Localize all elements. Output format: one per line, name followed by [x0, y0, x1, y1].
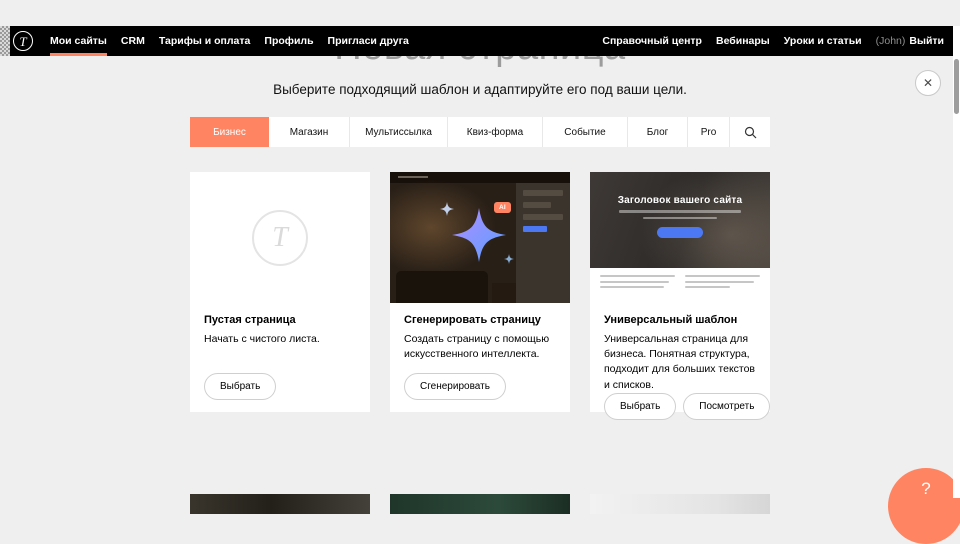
primary-nav: Мои сайты CRM Тарифы и оплата Профиль Пр…: [43, 26, 416, 56]
preview-side-panel: [516, 183, 570, 303]
logout-label: Выйти: [909, 35, 944, 47]
generate-button[interactable]: Сгенерировать: [404, 373, 506, 400]
template-card-blank: T Пустая страница Начать с чистого листа…: [190, 172, 370, 412]
logout-link[interactable]: (John) Выйти: [876, 35, 944, 47]
card-description: Начать с чистого листа.: [204, 332, 356, 347]
search-icon: [744, 126, 757, 139]
nav-item-invite-friend[interactable]: Пригласи друга: [321, 26, 416, 56]
preview-text-block: [590, 268, 770, 303]
preview-sofa-shape: [396, 271, 488, 303]
template-category-tabs: Бизнес Магазин Мультиссылка Квиз-форма С…: [190, 117, 770, 147]
nav-item-my-sites[interactable]: Мои сайты: [43, 26, 114, 56]
scrollbar-track: [953, 26, 960, 498]
tab-quiz-form[interactable]: Квиз-форма: [448, 117, 543, 147]
tab-multilink[interactable]: Мультиссылка: [350, 117, 448, 147]
tab-pro[interactable]: Pro: [688, 117, 730, 147]
preview-hero-title: Заголовок вашего сайта: [590, 172, 770, 206]
card-description: Универсальная страница для бизнеса. Поня…: [604, 332, 756, 393]
ai-generate-preview: AI: [390, 172, 570, 303]
page-subtitle: Выберите подходящий шаблон и адаптируйте…: [0, 82, 960, 97]
next-template-row: [190, 494, 770, 514]
nav-item-webinars[interactable]: Вебинары: [716, 35, 770, 47]
top-navbar: T Мои сайты CRM Тарифы и оплата Профиль …: [0, 26, 960, 56]
tilda-watermark-icon: T: [252, 210, 308, 266]
card-title: Универсальный шаблон: [604, 314, 756, 326]
secondary-nav: Справочный центр Вебинары Уроки и статьи…: [602, 35, 960, 47]
view-template-button[interactable]: Посмотреть: [683, 393, 770, 420]
card-title: Пустая страница: [204, 314, 356, 326]
nav-item-lessons[interactable]: Уроки и статьи: [784, 35, 862, 47]
card-title: Сгенерировать страницу: [404, 314, 556, 326]
small-sparkle-icon: [504, 254, 514, 264]
choose-blank-button[interactable]: Выбрать: [204, 373, 276, 400]
template-card-partial[interactable]: [390, 494, 570, 514]
tilda-logo-icon[interactable]: T: [13, 31, 33, 51]
preview-hero: Заголовок вашего сайта: [590, 172, 770, 268]
template-card-partial[interactable]: [590, 494, 770, 514]
card-description: Создать страницу с помощью искусственног…: [404, 332, 556, 362]
scrollbar-thumb[interactable]: [954, 59, 959, 114]
nav-item-help-center[interactable]: Справочный центр: [602, 35, 702, 47]
preview-text-line: [619, 210, 741, 213]
tab-business[interactable]: Бизнес: [190, 117, 269, 147]
preview-text-line: [643, 217, 717, 220]
nav-item-crm[interactable]: CRM: [114, 26, 152, 56]
choose-template-button[interactable]: Выбрать: [604, 393, 676, 420]
nav-item-profile[interactable]: Профиль: [257, 26, 320, 56]
template-card-ai-generate: AI Сгенерировать страницу Создать страни…: [390, 172, 570, 412]
template-card-universal: Заголовок вашего сайта Универсальн: [590, 172, 770, 412]
template-grid: T Пустая страница Начать с чистого листа…: [190, 172, 770, 412]
template-card-partial[interactable]: [190, 494, 370, 514]
blank-page-preview: T: [190, 172, 370, 303]
ai-badge: AI: [494, 202, 511, 213]
universal-template-preview: Заголовок вашего сайта: [590, 172, 770, 303]
tab-shop[interactable]: Магазин: [269, 117, 350, 147]
tab-blog[interactable]: Блог: [628, 117, 688, 147]
nav-item-billing[interactable]: Тарифы и оплата: [152, 26, 258, 56]
close-icon: ✕: [923, 77, 933, 89]
checker-pattern: [0, 26, 10, 56]
ai-star-icon: [452, 208, 506, 262]
question-mark-icon: ?: [921, 479, 930, 544]
account-name: (John): [876, 35, 906, 47]
preview-cta-button: [657, 227, 703, 238]
close-button[interactable]: ✕: [915, 70, 941, 96]
tab-search[interactable]: [730, 117, 770, 147]
help-button[interactable]: ?: [888, 468, 960, 544]
tab-event[interactable]: Событие: [543, 117, 628, 147]
